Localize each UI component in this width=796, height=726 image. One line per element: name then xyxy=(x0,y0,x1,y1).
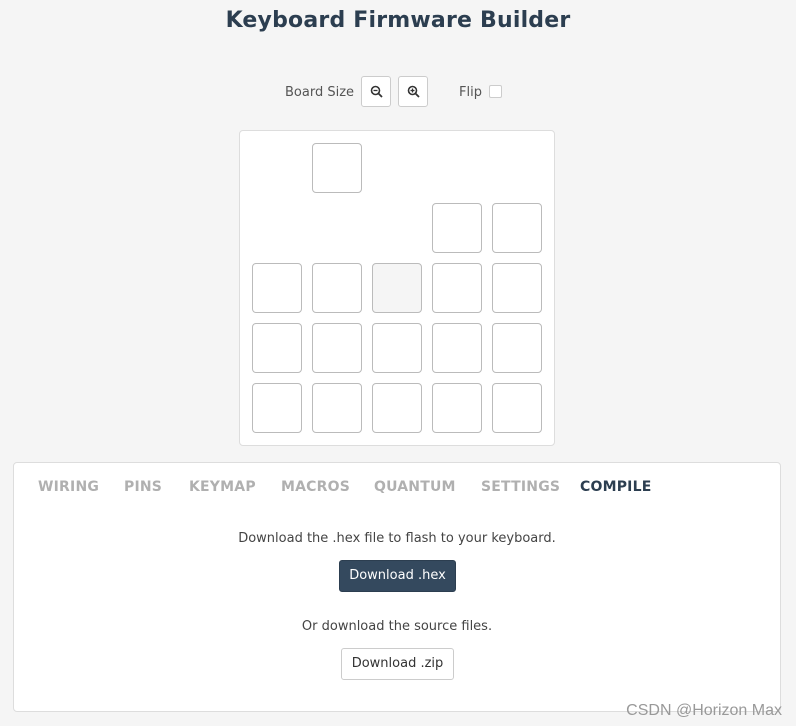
key[interactable] xyxy=(432,263,482,313)
key[interactable] xyxy=(372,323,422,373)
key[interactable] xyxy=(432,383,482,433)
key[interactable] xyxy=(492,383,542,433)
key[interactable] xyxy=(492,263,542,313)
watermark: CSDN @Horizon Max xyxy=(626,702,782,719)
download-hex-button[interactable]: Download .hex xyxy=(339,560,456,592)
board-controls: Board Size Flip xyxy=(0,76,796,110)
tab-keymap[interactable]: KEYMAP xyxy=(189,479,256,495)
key[interactable] xyxy=(252,263,302,313)
tab-macros[interactable]: MACROS xyxy=(281,479,350,495)
zoom-in-icon xyxy=(407,85,420,98)
key-selected[interactable] xyxy=(372,263,422,313)
tab-bar: WIRING PINS KEYMAP MACROS QUANTUM SETTIN… xyxy=(14,479,780,499)
key[interactable] xyxy=(252,323,302,373)
zip-download-message: Or download the source files. xyxy=(301,619,493,634)
key[interactable] xyxy=(432,323,482,373)
key[interactable] xyxy=(312,263,362,313)
tab-compile[interactable]: COMPILE xyxy=(580,479,651,495)
zoom-out-icon xyxy=(370,85,383,98)
zoom-out-button[interactable] xyxy=(361,76,391,107)
key[interactable] xyxy=(312,383,362,433)
page-title: Keyboard Firmware Builder xyxy=(225,8,571,33)
app-page: Keyboard Firmware Builder Board Size Fli… xyxy=(0,0,796,726)
key[interactable] xyxy=(492,203,542,253)
builder-panel: WIRING PINS KEYMAP MACROS QUANTUM SETTIN… xyxy=(13,462,781,712)
tab-quantum[interactable]: QUANTUM xyxy=(374,479,456,495)
tab-wiring[interactable]: WIRING xyxy=(38,479,99,495)
key[interactable] xyxy=(312,323,362,373)
zoom-in-button[interactable] xyxy=(398,76,428,107)
key[interactable] xyxy=(372,383,422,433)
key[interactable] xyxy=(432,203,482,253)
key[interactable] xyxy=(492,323,542,373)
keyboard-board xyxy=(239,130,555,446)
download-zip-button[interactable]: Download .zip xyxy=(341,648,454,680)
key[interactable] xyxy=(252,383,302,433)
tab-settings[interactable]: SETTINGS xyxy=(481,479,560,495)
flip-checkbox[interactable] xyxy=(489,85,502,98)
flip-label: Flip xyxy=(459,85,482,100)
tab-pins[interactable]: PINS xyxy=(124,479,162,495)
board-size-label: Board Size xyxy=(285,85,355,100)
hex-download-message: Download the .hex file to flash to your … xyxy=(238,531,556,546)
key[interactable] xyxy=(312,143,362,193)
